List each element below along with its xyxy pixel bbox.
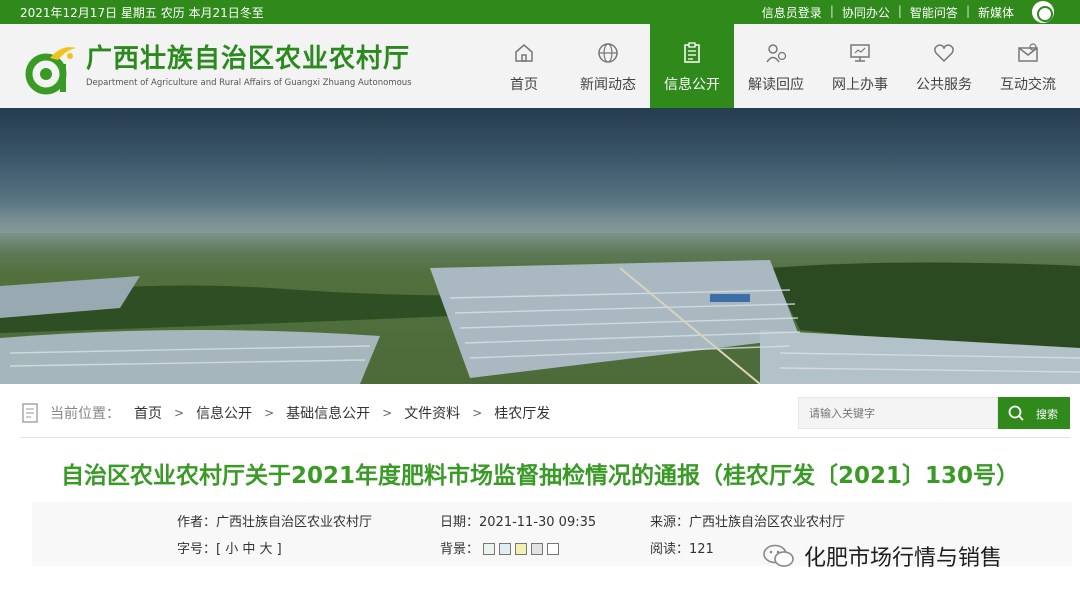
breadcrumb-basic-info[interactable]: 基础信息公开 <box>286 403 370 423</box>
wechat-watermark: 化肥市场行情与销售 <box>762 540 1002 572</box>
nav-interpret[interactable]: 解读回应 <box>734 24 818 108</box>
search-button[interactable]: 搜索 <box>998 397 1070 429</box>
nav-public-service[interactable]: 公共服务 <box>902 24 986 108</box>
nav-news[interactable]: 新闻动态 <box>566 24 650 108</box>
bg-swatch-yellow[interactable] <box>515 543 528 555</box>
breadcrumb-info-public[interactable]: 信息公开 <box>196 403 252 423</box>
nav-interaction[interactable]: 互动交流 <box>986 24 1070 108</box>
nav-label: 网上办事 <box>832 77 888 93</box>
heart-icon <box>934 44 954 63</box>
breadcrumb: 当前位置： 首页 > 信息公开 > 基础信息公开 > 文件资料 > 桂农厅发 <box>20 396 550 430</box>
search-input[interactable] <box>798 397 998 429</box>
new-media-icon[interactable] <box>1032 1 1054 23</box>
search-icon <box>1008 405 1024 421</box>
search-button-label: 搜索 <box>1036 409 1058 421</box>
home-icon <box>515 44 533 62</box>
bg-swatch-green[interactable] <box>483 543 496 555</box>
nav-info-public[interactable]: 信息公开 <box>650 24 734 108</box>
background-control: 背景： <box>440 538 560 557</box>
article-reads: 阅读：121 <box>650 542 714 557</box>
article-source: 来源：广西壮族自治区农业农村厅 <box>650 515 846 530</box>
font-size-control[interactable]: 字号：[ 小 中 大 ] <box>177 538 282 557</box>
bg-swatch-white[interactable] <box>547 543 560 555</box>
chevron-right-icon: > <box>264 406 275 420</box>
nav-label: 信息公开 <box>664 77 720 93</box>
monitor-icon <box>850 44 870 62</box>
nav-home[interactable]: 首页 <box>482 24 566 108</box>
wechat-icon <box>763 544 794 567</box>
mail-icon <box>1018 43 1038 62</box>
top-bar: 2021年12月17日 星期五 农历 本月21日冬至 信息员登录 | 协同办公 | … <box>0 0 1080 24</box>
nav-label: 公共服务 <box>916 77 972 93</box>
watermark-text: 化肥市场行情与销售 <box>804 546 1003 571</box>
logo-icon[interactable] <box>22 42 78 98</box>
divider <box>20 437 1070 438</box>
login-link[interactable]: 信息员登录 <box>754 4 830 21</box>
breadcrumb-gui-nong[interactable]: 桂农厅发 <box>494 403 550 423</box>
nav-label: 互动交流 <box>1000 77 1056 93</box>
chevron-right-icon: > <box>472 406 483 420</box>
breadcrumb-home[interactable]: 首页 <box>134 403 162 423</box>
bg-swatch-gray[interactable] <box>531 543 544 555</box>
nav-label: 解读回应 <box>748 77 804 93</box>
site-header: 广西壮族自治区农业农村厅 Department of Agriculture a… <box>0 24 1080 108</box>
article-date: 日期：2021-11-30 09:35 <box>440 515 597 530</box>
nav-label: 首页 <box>510 77 538 93</box>
person-chat-icon <box>766 44 787 63</box>
background-label: 背景： <box>440 542 480 557</box>
top-links: 信息员登录 | 协同办公 | 智能问答 | 新媒体 <box>754 4 1022 21</box>
new-media-link[interactable]: 新媒体 <box>970 4 1022 21</box>
chevron-right-icon: > <box>174 406 185 420</box>
banner-image <box>0 108 1080 384</box>
nav-label: 新闻动态 <box>580 77 636 93</box>
chevron-right-icon: > <box>382 406 393 420</box>
date-text: 2021年12月17日 星期五 农历 本月21日冬至 <box>20 6 264 20</box>
article-title: 自治区农业农村厅关于2021年度肥料市场监督抽检情况的通报（桂农厅发〔2021〕… <box>60 463 1020 489</box>
location-doc-icon <box>22 403 38 423</box>
breadcrumb-prefix: 当前位置： <box>50 406 120 422</box>
banner-landscape <box>0 203 1080 384</box>
bg-swatch-blue[interactable] <box>499 543 512 555</box>
nav-online-service[interactable]: 网上办事 <box>818 24 902 108</box>
site-subtitle: Department of Agriculture and Rural Affa… <box>86 78 412 88</box>
breadcrumb-documents[interactable]: 文件资料 <box>404 403 460 423</box>
globe-icon <box>598 43 618 63</box>
site-title[interactable]: 广西壮族自治区农业农村厅 <box>86 38 410 75</box>
qa-link[interactable]: 智能问答 <box>902 4 966 21</box>
main-nav: 首页 新闻动态 信息公开 解读回应 网上办事 公共服务 互动交流 <box>482 24 1070 108</box>
search-box: 搜索 <box>798 397 1070 429</box>
office-link[interactable]: 协同办公 <box>834 4 898 21</box>
article-author: 作者：广西壮族自治区农业农村厅 <box>177 515 373 530</box>
clipboard-icon <box>684 42 700 63</box>
